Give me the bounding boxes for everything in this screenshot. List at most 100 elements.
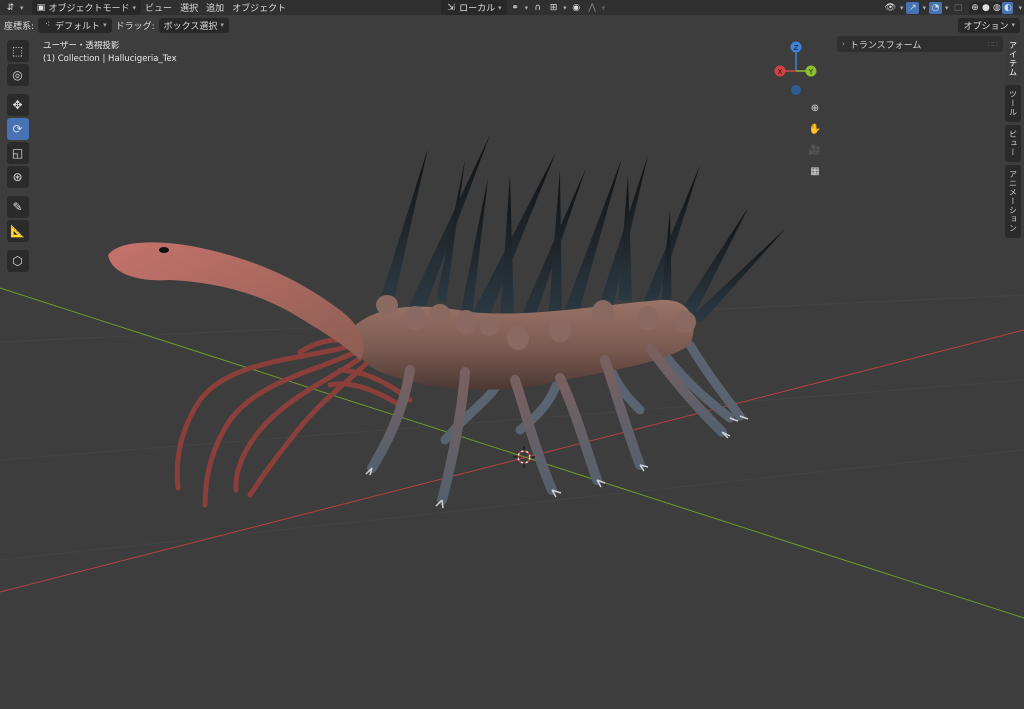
sidebar-tabs: アイテム ツール ビュー アニメーション bbox=[1005, 36, 1021, 238]
drag-field: ドラッグ: bbox=[112, 19, 159, 32]
orientation-icon: ⇲ bbox=[447, 2, 455, 13]
proportional-edit-icon[interactable]: ◉ bbox=[570, 2, 583, 14]
falloff-icon[interactable]: ⋀ bbox=[586, 2, 599, 14]
rotate-icon[interactable]: ⟳ bbox=[6, 118, 29, 140]
shading-mode-group[interactable]: ⊕ ● ◍ ◐ bbox=[969, 1, 1014, 14]
mode-dropdown[interactable]: ▣ オブジェクトモード ▾ bbox=[31, 0, 142, 15]
coord-system-dropdown[interactable]: ⁖ デフォルト ▾ bbox=[38, 17, 112, 33]
chevron-down-icon: ▾ bbox=[601, 3, 606, 12]
creature-eye bbox=[159, 247, 169, 253]
zoom-icon[interactable]: ⊕ bbox=[805, 100, 825, 117]
menu-object-label: オブジェクト bbox=[232, 4, 287, 14]
camera-icon[interactable]: 🎥 bbox=[805, 142, 825, 159]
visibility-icon[interactable]: 👁 bbox=[884, 2, 897, 14]
chevron-down-icon: ▾ bbox=[899, 3, 904, 12]
tool-shelf: ⬚ ◎ ✥ ⟳ ◱ ⊛ ✎ 📐 ⬡ bbox=[5, 40, 30, 272]
transform-panel-label: トランスフォーム bbox=[849, 40, 922, 51]
drag-dropdown[interactable]: ボックス選択 ▾ bbox=[158, 17, 229, 33]
orientation-label: ローカル bbox=[459, 4, 496, 14]
pivot-icon[interactable]: ⚭ bbox=[509, 2, 522, 14]
options-dropdown[interactable]: オプション ▾ bbox=[958, 17, 1020, 33]
editor-type-icon: ⇵ bbox=[6, 2, 15, 13]
options-label: オプション bbox=[963, 21, 1009, 32]
tool-settings-bar: 座標系: ⁖ デフォルト ▾ ドラッグ: ボックス選択 ▾ オプション ▾ bbox=[0, 15, 1024, 35]
measure-icon[interactable]: 📐 bbox=[6, 220, 29, 242]
chevron-down-icon: ▾ bbox=[498, 3, 502, 12]
viewport-info: ユーザー・透視投影 (1) Collection | Hallucigeria_… bbox=[43, 40, 177, 66]
gizmo-x-label: X bbox=[778, 68, 783, 76]
tab-item[interactable]: アイテム bbox=[1005, 36, 1021, 82]
drag-label: ドラッグ: bbox=[115, 21, 155, 32]
3d-cursor-icon[interactable]: ◎ bbox=[6, 64, 29, 86]
gizmo-neg-z-axis[interactable] bbox=[791, 85, 801, 95]
tab-animation[interactable]: アニメーション bbox=[1005, 165, 1021, 238]
chevron-down-icon: ▾ bbox=[524, 3, 529, 12]
chevron-right-icon: › bbox=[842, 40, 845, 48]
coord-axes-icon: ⁖ bbox=[44, 20, 51, 30]
menu-select[interactable]: 選択 bbox=[176, 1, 202, 14]
gizmo-z-label: Z bbox=[794, 44, 799, 52]
gizmo-y-label: Y bbox=[808, 68, 814, 76]
chevron-down-icon: ▾ bbox=[20, 3, 24, 12]
tab-tool-label: ツール bbox=[1008, 90, 1018, 117]
menu-add-label: 追加 bbox=[206, 4, 225, 14]
tab-animation-label: アニメーション bbox=[1008, 170, 1018, 233]
chevron-down-icon: ▾ bbox=[922, 3, 926, 12]
wireframe-shading-icon[interactable]: ⊕ bbox=[969, 2, 980, 14]
gizmo-x-axis[interactable]: X bbox=[774, 65, 786, 77]
tab-item-label: アイテム bbox=[1008, 41, 1018, 77]
chevron-down-icon: ▾ bbox=[944, 3, 949, 12]
annotate-icon[interactable]: ✎ bbox=[6, 196, 29, 218]
material-shading-icon[interactable]: ◍ bbox=[991, 2, 1002, 14]
chevron-down-icon: ▾ bbox=[103, 21, 107, 29]
coord-value: デフォルト bbox=[55, 21, 101, 32]
snap-target-icon[interactable]: ⊞ bbox=[547, 2, 560, 14]
menu-view-label: ビュー bbox=[145, 4, 173, 14]
transform-orientation-dropdown[interactable]: ⇲ ローカル ▾ bbox=[441, 0, 507, 15]
menu-object[interactable]: オブジェクト bbox=[228, 1, 290, 14]
rendered-shading-icon[interactable]: ◐ bbox=[1002, 1, 1014, 14]
scene-render bbox=[0, 135, 1024, 619]
drag-grip-icon[interactable]: ∷∷ bbox=[988, 40, 998, 49]
gizmo-z-axis[interactable]: Z bbox=[790, 41, 802, 53]
tab-view[interactable]: ビュー bbox=[1005, 125, 1021, 162]
gizmo-y-axis[interactable]: Y bbox=[805, 65, 817, 77]
coord-label: 座標系: bbox=[4, 21, 35, 32]
navigation-buttons: ⊕ ✋ 🎥 ▦ bbox=[805, 100, 825, 180]
xray-icon[interactable]: ▢ bbox=[951, 2, 964, 14]
navigation-gizmo[interactable]: Z X Y bbox=[770, 38, 826, 98]
scale-icon[interactable]: ◱ bbox=[6, 142, 29, 164]
snap-icon[interactable]: ∩ bbox=[531, 2, 544, 14]
chevron-down-icon: ▾ bbox=[1018, 3, 1022, 12]
viewport-header: ⇵ ▾ ▣ オブジェクトモード ▾ ビュー 選択 追加 オブジェクト ⇲ ローカル… bbox=[0, 0, 1024, 15]
coord-system-field: 座標系: bbox=[0, 19, 38, 32]
3d-viewport[interactable] bbox=[0, 35, 1024, 709]
menu-view[interactable]: ビュー bbox=[141, 1, 176, 14]
chevron-down-icon: ▾ bbox=[563, 3, 567, 12]
menu-add[interactable]: 追加 bbox=[202, 1, 228, 14]
move-icon[interactable]: ✥ bbox=[6, 94, 29, 116]
transform-icon[interactable]: ⊛ bbox=[6, 166, 29, 188]
chevron-down-icon: ▾ bbox=[220, 21, 224, 29]
menu-select-label: 選択 bbox=[180, 4, 199, 14]
chevron-down-icon: ▾ bbox=[132, 3, 137, 12]
add-cube-icon[interactable]: ⬡ bbox=[6, 250, 29, 272]
view-name: ユーザー・透視投影 bbox=[43, 41, 120, 51]
tab-tool[interactable]: ツール bbox=[1005, 85, 1021, 122]
object-mode-icon: ▣ bbox=[36, 2, 46, 13]
solid-shading-icon[interactable]: ● bbox=[980, 2, 991, 14]
collection-info: (1) Collection | Hallucigeria_Tex bbox=[43, 54, 177, 64]
gizmo-toggle-icon[interactable]: ↗ bbox=[906, 1, 920, 14]
grid-view-icon[interactable]: ▦ bbox=[805, 163, 825, 180]
chevron-down-icon: ▾ bbox=[1011, 21, 1015, 29]
visibility-controls[interactable]: 👁 ▾ ↗ ▾ ◔ ▾ ▢ ⊕ ● ◍ ◐ ▾ bbox=[882, 1, 1024, 14]
editor-type-button[interactable]: ⇵ ▾ bbox=[0, 2, 28, 14]
snap-controls[interactable]: ⚭ ▾ ∩ ⊞ ▾ ◉ ⋀ ▾ bbox=[507, 2, 608, 14]
drag-value: ボックス選択 bbox=[163, 21, 218, 32]
pan-hand-icon[interactable]: ✋ bbox=[805, 121, 825, 138]
cursor-select-icon[interactable]: ⬚ bbox=[6, 40, 29, 62]
transform-panel-header[interactable]: › トランスフォーム ∷∷ bbox=[837, 36, 1003, 52]
overlay-toggle-icon[interactable]: ◔ bbox=[928, 1, 942, 14]
spines bbox=[380, 135, 786, 332]
mode-label: オブジェクトモード bbox=[48, 4, 130, 14]
